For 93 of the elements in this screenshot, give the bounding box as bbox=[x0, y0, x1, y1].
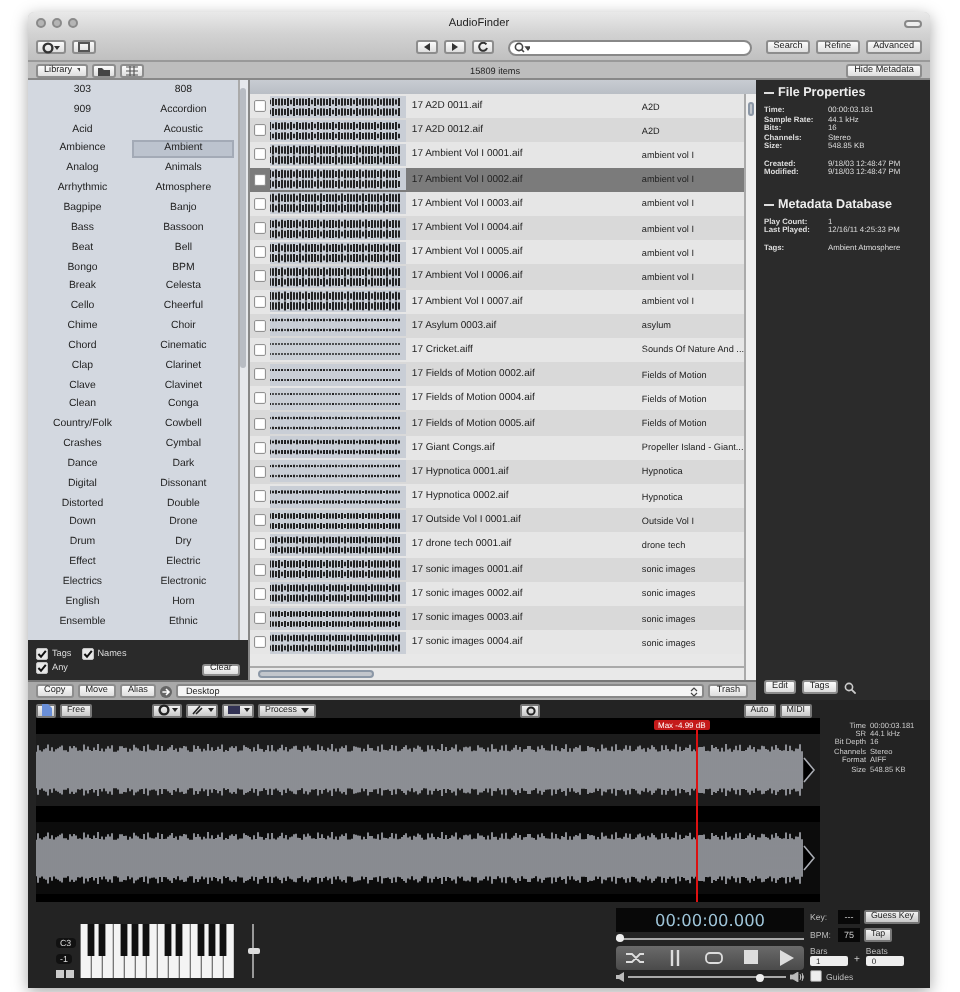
waveform-thumbnail bbox=[269, 314, 406, 337]
file-checkbox[interactable] bbox=[253, 514, 266, 527]
minimize-button[interactable] bbox=[52, 18, 62, 28]
waveform-thumbnail bbox=[269, 338, 406, 361]
file-checkbox[interactable] bbox=[253, 612, 266, 625]
refresh-icon[interactable] bbox=[477, 42, 488, 52]
file-checkbox[interactable] bbox=[253, 538, 266, 551]
file-checkbox[interactable] bbox=[253, 246, 266, 259]
shuffle-icon[interactable] bbox=[626, 949, 647, 965]
waveform-thumbnail bbox=[269, 485, 406, 508]
caret-icon bbox=[76, 66, 80, 74]
close-button[interactable] bbox=[36, 18, 46, 28]
search-icon[interactable] bbox=[843, 681, 856, 693]
waveform-thumbnail bbox=[269, 631, 406, 654]
forward-icon[interactable] bbox=[449, 42, 460, 52]
arrow-icon bbox=[159, 685, 172, 697]
volume-slider[interactable] bbox=[628, 973, 786, 981]
file-checkbox[interactable] bbox=[253, 465, 266, 478]
waveform-thumbnail bbox=[269, 290, 406, 313]
volume-high-icon bbox=[790, 972, 804, 982]
search-icon[interactable] bbox=[513, 41, 530, 53]
time-display: 00:00:00.000 bbox=[616, 907, 804, 931]
checkbox[interactable] bbox=[81, 647, 94, 659]
waveform-thumbnail bbox=[269, 533, 406, 556]
file-icon-button[interactable] bbox=[36, 704, 56, 717]
checkbox[interactable] bbox=[36, 647, 48, 659]
gear-menu-button[interactable] bbox=[152, 704, 183, 717]
waveform-thumbnail bbox=[269, 460, 406, 483]
file-checkbox[interactable] bbox=[253, 222, 266, 235]
play-icon[interactable] bbox=[779, 949, 794, 965]
waveform-thumbnail bbox=[269, 95, 406, 118]
waveform-thumbnail bbox=[269, 168, 406, 191]
checkbox[interactable] bbox=[36, 661, 48, 673]
waveform-thumbnail bbox=[269, 363, 406, 386]
file-checkbox[interactable] bbox=[253, 587, 266, 600]
scrollbar[interactable] bbox=[744, 94, 756, 680]
file-checkbox[interactable] bbox=[253, 368, 266, 381]
file-checkbox[interactable] bbox=[253, 295, 266, 308]
grid-view-button[interactable] bbox=[120, 63, 144, 77]
stepper-arrows-icon bbox=[690, 685, 699, 697]
waveform-thumbnail bbox=[269, 143, 406, 166]
back-icon[interactable] bbox=[421, 42, 432, 52]
waveform-thumbnail bbox=[269, 582, 406, 605]
collapse-icon[interactable] bbox=[764, 201, 774, 207]
waveform-thumbnail bbox=[269, 558, 406, 581]
file-checkbox[interactable] bbox=[253, 441, 266, 454]
search-field[interactable] bbox=[507, 39, 752, 55]
file-checkbox[interactable] bbox=[253, 148, 266, 161]
view-button[interactable] bbox=[72, 40, 96, 54]
tool-menu-button[interactable] bbox=[186, 704, 219, 717]
file-checkbox[interactable] bbox=[253, 319, 266, 332]
file-checkbox[interactable] bbox=[253, 197, 266, 210]
collapse-icon[interactable] bbox=[764, 90, 774, 96]
back-button[interactable] bbox=[415, 40, 438, 54]
view-menu-button[interactable] bbox=[222, 704, 255, 717]
file-checkbox[interactable] bbox=[253, 417, 266, 430]
file-checkbox[interactable] bbox=[253, 563, 266, 576]
waveform-thumbnail bbox=[269, 265, 406, 288]
zoom-button[interactable] bbox=[68, 18, 78, 28]
file-checkbox[interactable] bbox=[253, 100, 266, 113]
settings-button[interactable] bbox=[520, 704, 541, 717]
split-icon[interactable] bbox=[667, 949, 684, 965]
waveform-thumbnail bbox=[269, 509, 406, 532]
file-checkbox[interactable] bbox=[253, 270, 266, 283]
waveform-thumbnail bbox=[269, 412, 406, 435]
volume-low-icon bbox=[616, 972, 624, 982]
waveform-thumbnail bbox=[269, 217, 406, 240]
scrollbar[interactable] bbox=[237, 80, 248, 640]
folder-button[interactable] bbox=[92, 63, 116, 77]
waveform-thumbnail bbox=[269, 607, 406, 630]
refresh-button[interactable] bbox=[471, 40, 494, 54]
guides-checkbox[interactable] bbox=[810, 970, 822, 982]
file-checkbox[interactable] bbox=[253, 490, 266, 503]
file-checkbox[interactable] bbox=[253, 343, 266, 356]
keyboard-slider[interactable] bbox=[247, 924, 260, 978]
stop-icon[interactable] bbox=[744, 950, 759, 964]
waveform-thumbnail bbox=[269, 387, 406, 410]
scrollbar[interactable] bbox=[249, 666, 744, 680]
file-checkbox[interactable] bbox=[253, 124, 266, 137]
forward-button[interactable] bbox=[443, 40, 466, 54]
waveform-thumbnail bbox=[269, 241, 406, 264]
action-menu-button[interactable] bbox=[36, 40, 66, 54]
waveform-drawing[interactable] bbox=[36, 717, 820, 901]
waveform-thumbnail bbox=[269, 192, 406, 215]
position-slider[interactable] bbox=[616, 934, 804, 942]
toolbar-toggle-button[interactable] bbox=[904, 19, 922, 27]
waveform-thumbnail bbox=[269, 119, 406, 142]
loop-icon[interactable] bbox=[703, 949, 724, 965]
file-checkbox[interactable] bbox=[253, 173, 266, 186]
piano-keyboard[interactable] bbox=[79, 924, 236, 978]
file-checkbox[interactable] bbox=[253, 636, 266, 649]
waveform-thumbnail bbox=[269, 436, 406, 459]
file-checkbox[interactable] bbox=[253, 392, 266, 405]
